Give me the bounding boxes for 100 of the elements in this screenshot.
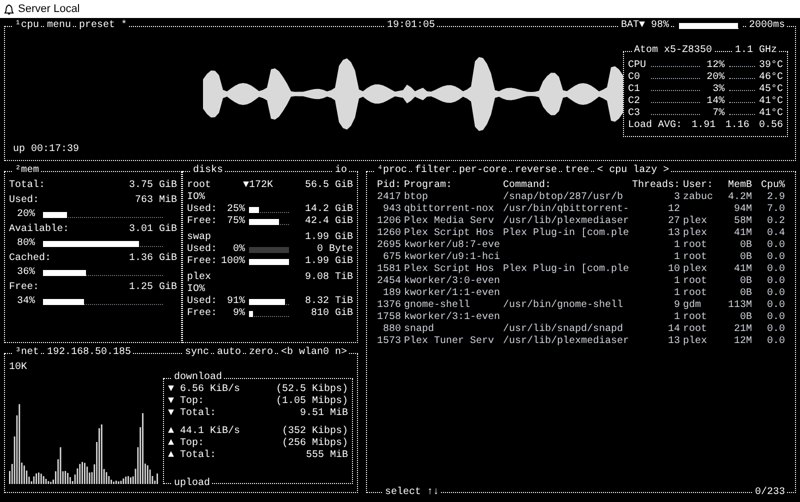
table-cell-text: snapd [404, 324, 436, 336]
load-value: 0.56 [758, 120, 783, 132]
table-cell-text: gnome-shell [404, 300, 472, 312]
memory-label: Cached: [9, 253, 52, 265]
panel-tab[interactable]: < cpu lazy > [595, 165, 672, 177]
table-cell-text: qbittorrent-nox [404, 204, 496, 216]
disk-name: swap [187, 232, 212, 244]
table-cell-text: /usr/bin/gnome-shell [503, 300, 624, 312]
net-stat-label: ▼ Top: [168, 396, 204, 408]
core-usage: 7% [712, 108, 725, 120]
table-cell-text: 1581 [376, 264, 401, 276]
table-cell-text: 2417 [376, 192, 401, 204]
core-name: CPU [628, 60, 648, 72]
table-cell-text: 41M [732, 228, 752, 240]
disk-value: 810 GiB [310, 308, 353, 320]
column-header[interactable]: Cpu% [755, 180, 785, 192]
column-header[interactable]: User: [683, 180, 717, 192]
table-cell-text: 94M [732, 204, 752, 216]
table-cell-text: 0B [738, 288, 752, 300]
table-cell-text: 0.0 [766, 276, 785, 288]
table-cell-text: 675 [382, 252, 401, 264]
core-temperature: 39°C [758, 60, 783, 72]
table-cell-text: 9 [672, 300, 680, 312]
table-cell-text: 0.0 [766, 288, 785, 300]
table-cell-text: 0B [738, 240, 752, 252]
column-header[interactable]: Pid: [371, 180, 401, 192]
table-cell-text: kworker/3:1-even [404, 312, 500, 324]
table-cell-text: 13 [666, 336, 680, 348]
table-cell-text: 880 [382, 324, 401, 336]
disk-value: 8.32 TiB [304, 296, 353, 308]
table-cell-text: 58M [732, 216, 752, 228]
net-stat-value: (52.5 Kibps) [276, 384, 348, 396]
panel-tab[interactable]: ⁴proc [375, 165, 410, 177]
table-cell-text: 2.9 [766, 192, 785, 204]
net-stat-value: (352 Kibps) [282, 426, 348, 438]
memory-label: Used: [9, 195, 40, 207]
column-header[interactable]: Threads: [632, 180, 680, 192]
table-cell-text: 13 [666, 228, 680, 240]
panel-tab[interactable]: per-core [457, 165, 510, 177]
core-name: C0 [628, 72, 642, 84]
core-usage: 3% [712, 84, 725, 96]
table-cell-text: 189 [382, 288, 401, 300]
table-cell-text: 0.2 [766, 216, 785, 228]
core-temperature: 41°C [758, 108, 783, 120]
table-cell-text: /usr/lib/snapd/snapd [503, 324, 624, 336]
table-cell-text: 0.0 [766, 252, 785, 264]
table-cell-text: 14 [666, 324, 680, 336]
table-cell-text: kworker/u8:7-eve [404, 240, 500, 252]
memory-percent: 34% [17, 296, 36, 308]
panel-tab[interactable]: preset * [77, 20, 130, 32]
table-cell-text: 1 [672, 276, 680, 288]
bell-icon [4, 4, 14, 14]
table-cell-text: 0B [738, 312, 752, 324]
disk-stat-label: Used: [187, 244, 217, 256]
table-cell-text: 0.4 [766, 228, 785, 240]
core-usage: 14% [706, 96, 725, 108]
table-cell-text: plex [683, 216, 708, 228]
memory-value: 3.75 GiB [128, 180, 177, 192]
table-cell-text: 1206 [376, 216, 401, 228]
disk-size: 56.5 GiB [304, 180, 353, 192]
table-cell-text: root [683, 324, 708, 336]
table-cell-text: plex [683, 336, 708, 348]
disk-percent: 75% [226, 216, 245, 228]
table-cell-text: 1260 [376, 228, 401, 240]
memory-percent: 20% [17, 209, 36, 221]
core-name: C2 [628, 96, 642, 108]
net-stat-value: 9.51 MiB [300, 408, 348, 420]
disk-stat-label: Free: [187, 256, 217, 268]
window-title: Server Local [18, 2, 80, 17]
disk-stat-label: Used: [187, 204, 217, 216]
table-cell-text: 1 [672, 288, 680, 300]
memory-value: 3.01 GiB [128, 224, 177, 236]
uptime: up 00:17:39 [13, 144, 80, 155]
net-stat-label: ▲ Top: [168, 438, 204, 450]
memory-value: 1.25 GiB [128, 282, 177, 294]
table-cell-text: root [683, 288, 708, 300]
table-cell-text: 10 [666, 264, 680, 276]
disk-value: 42.4 GiB [304, 216, 353, 228]
load-value: 1.91 [692, 120, 716, 132]
disk-stat-label: Free: [187, 308, 217, 320]
table-cell-text: 1573 [376, 336, 401, 348]
table-cell-text: 0.0 [766, 264, 785, 276]
table-cell-text: 2695 [376, 240, 401, 252]
column-header[interactable]: Command: [503, 180, 629, 192]
net-stat-label: ▲ 44.1 KiB/s [168, 426, 240, 438]
table-cell-text: kworker/u9:1-hci [404, 252, 500, 264]
panel-tab[interactable]: ¹cpu [13, 20, 42, 32]
table-cell-text: 0B [738, 252, 752, 264]
column-header[interactable]: Program: [404, 180, 500, 192]
table-cell-text: plex [683, 228, 708, 240]
core-temperature: 45°C [758, 84, 783, 96]
column-header[interactable]: MemB [720, 180, 752, 192]
net-stat-value: 555 MiB [306, 450, 348, 462]
table-cell-text: Plex Media Serv [404, 216, 496, 228]
disk-io-label: IO% [187, 284, 206, 296]
table-cell-text: 0.0 [766, 324, 785, 336]
panel-tab[interactable]: sync [182, 347, 211, 359]
table-cell-text: btop [404, 192, 430, 204]
disk-value: 14.2 GiB [304, 204, 353, 216]
net-stat-label: ▼ 6.56 KiB/s [168, 384, 240, 396]
